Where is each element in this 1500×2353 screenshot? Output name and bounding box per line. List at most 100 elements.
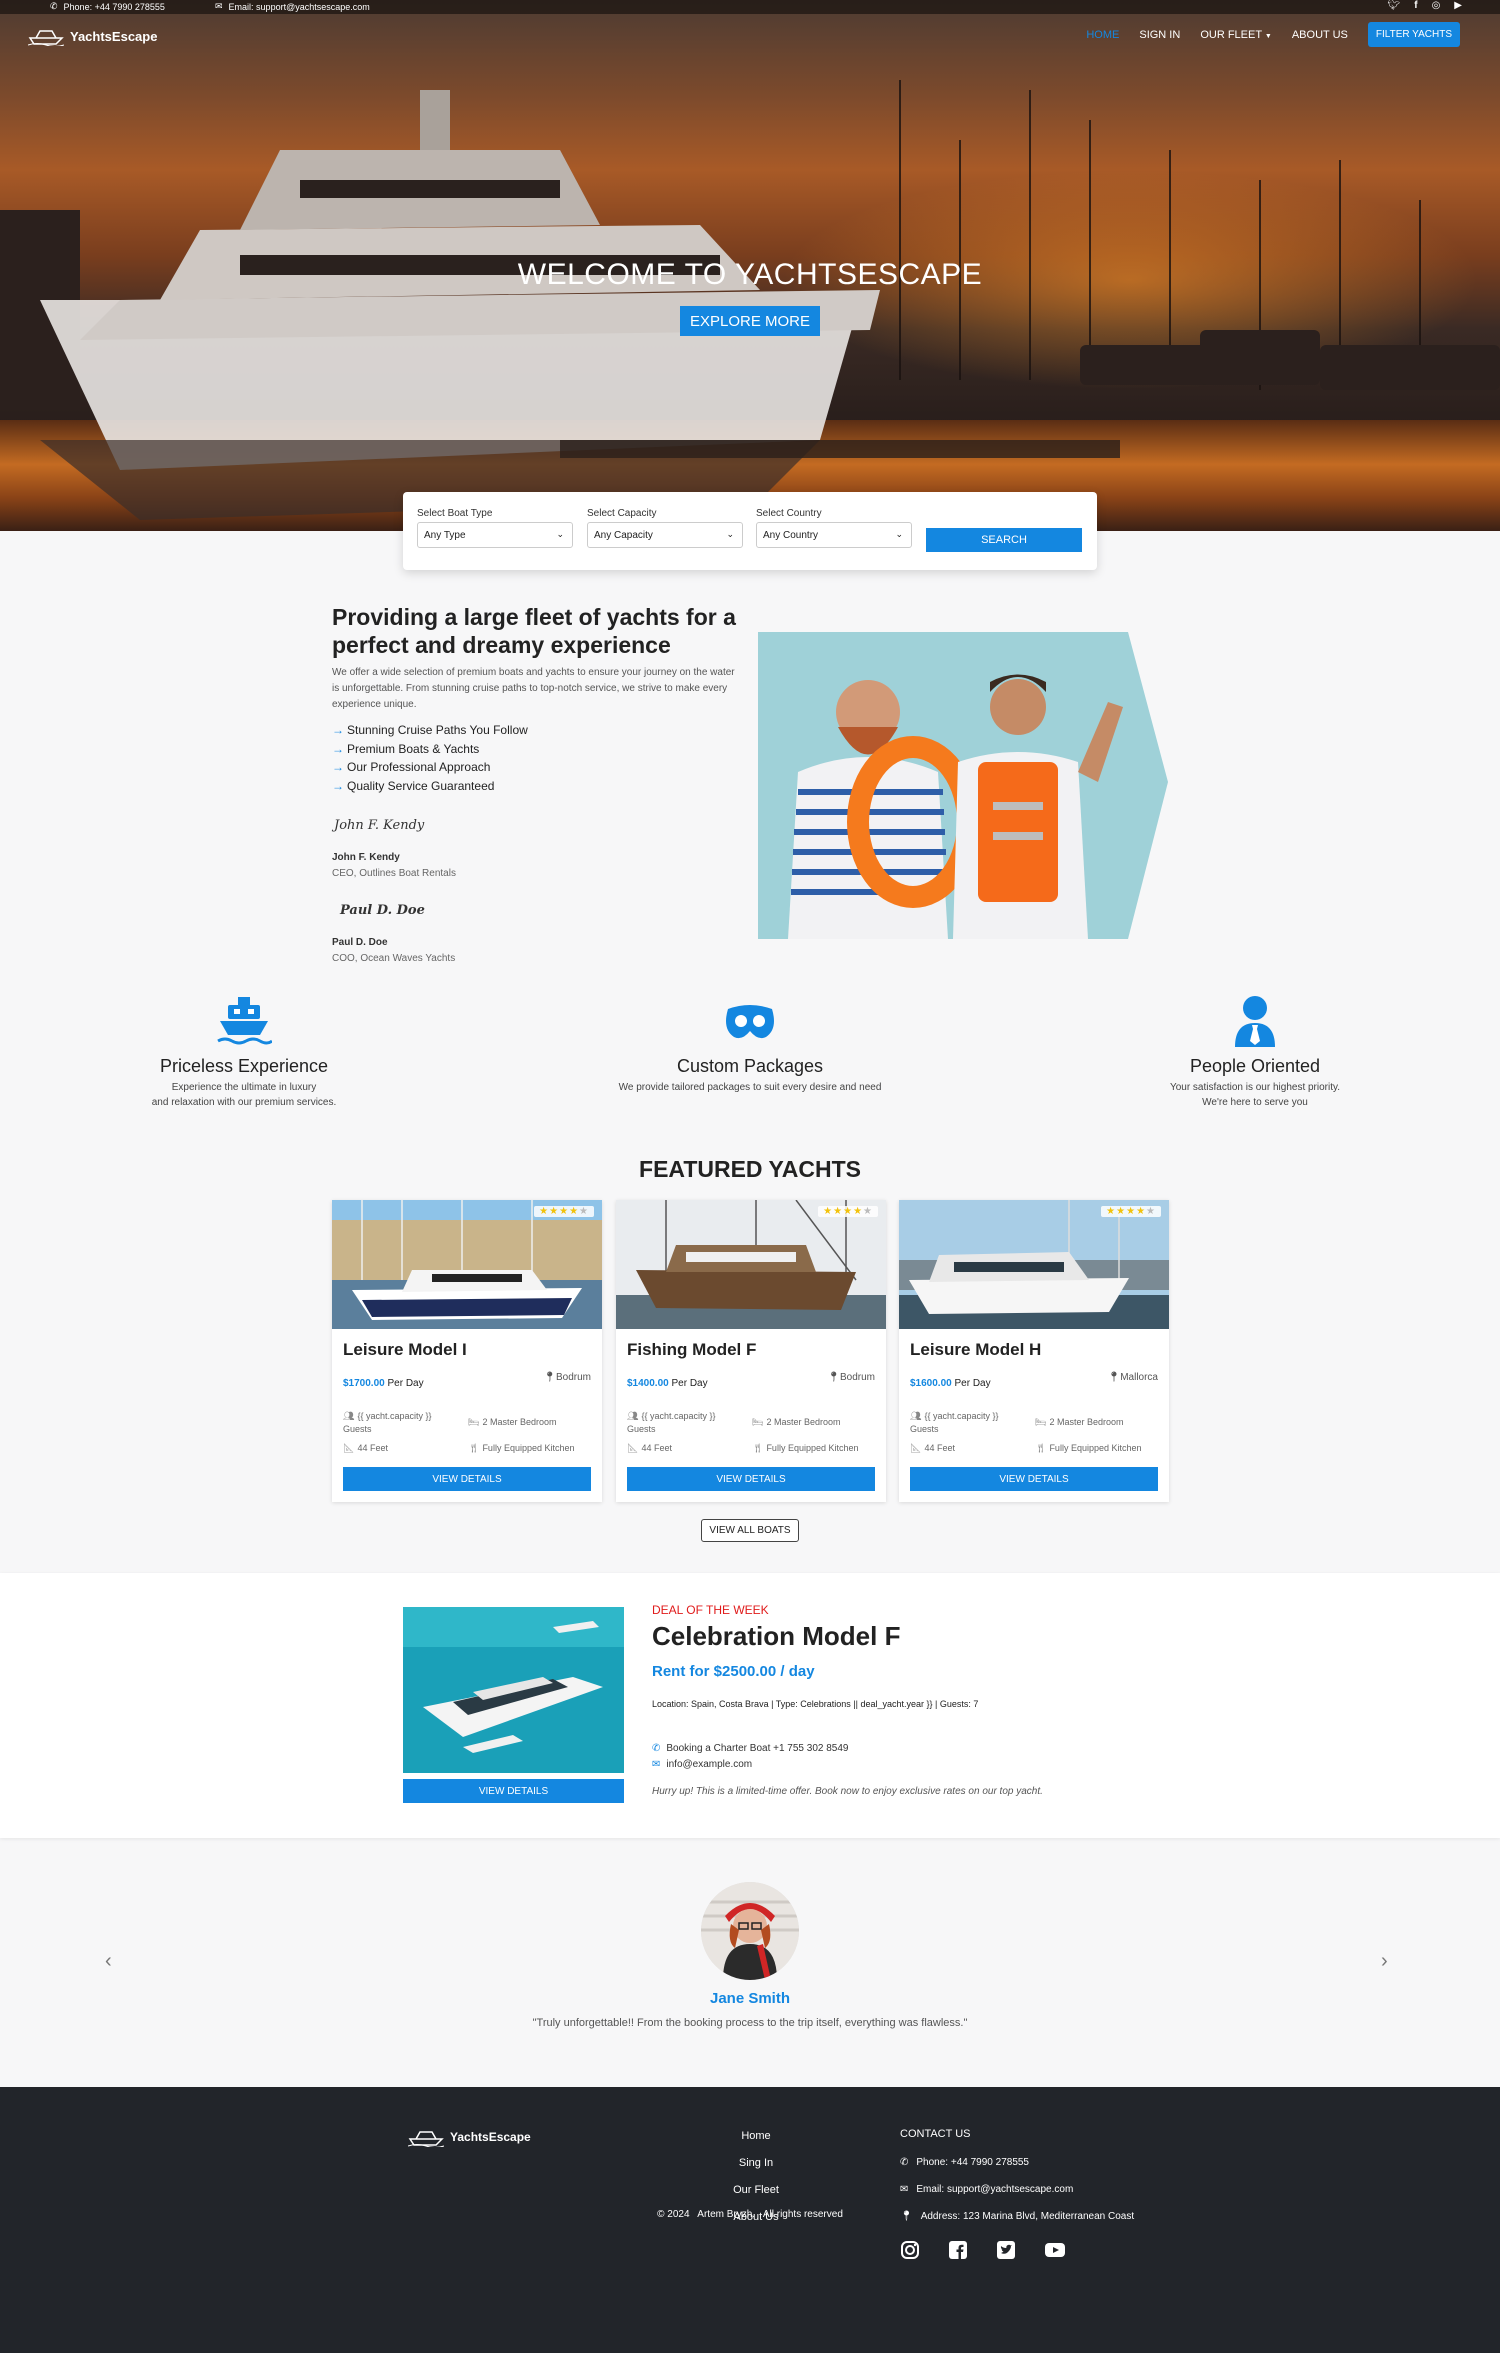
nav-signin[interactable]: SIGN IN	[1139, 29, 1180, 41]
feature-priceless: Priceless Experience Experience the ulti…	[94, 995, 394, 1110]
arrow-right-icon: →	[332, 741, 344, 756]
star-icon: ★★★★	[1106, 1206, 1147, 1217]
deal-email[interactable]: ✉ info@example.com	[652, 1759, 752, 1770]
email-icon: ✉	[215, 1, 223, 11]
facebook-icon[interactable]: f	[1414, 0, 1417, 11]
person-icon	[1235, 996, 1275, 1047]
users-icon: 👥︎	[910, 1411, 922, 1421]
carousel-next-icon[interactable]: ›	[1381, 1950, 1388, 1973]
feature-title: Priceless Experience	[159, 1056, 329, 1076]
yacht-logo-icon	[408, 2131, 444, 2147]
rating-stars: ★★★★★	[818, 1206, 878, 1217]
nav-links: HOME SIGN IN OUR FLEET ▼ ABOUT US FILTER…	[1086, 22, 1460, 47]
footer-logo[interactable]: YachtsEscape	[408, 2127, 531, 2147]
youtube-icon[interactable]	[1044, 2240, 1066, 2260]
facebook-square-icon[interactable]	[948, 2240, 968, 2260]
deal-section: VIEW DETAILS DEAL OF THE WEEK Celebratio…	[0, 1573, 1500, 1838]
youtube-icon[interactable]: ▶	[1454, 0, 1462, 11]
list-item: → Stunning Cruise Paths You Follow	[332, 723, 528, 737]
utensils-icon: 🍴︎	[468, 1443, 480, 1453]
nav-about[interactable]: ABOUT US	[1292, 29, 1348, 41]
instagram-icon[interactable]: ◎	[1432, 0, 1441, 11]
about-bullets: → Stunning Cruise Paths You Follow → Premi…	[332, 723, 528, 797]
view-details-button[interactable]: VIEW DETAILS	[343, 1467, 591, 1491]
yacht-card: ★★★★★ Leisure Model H 📍︎Mallorca $1600.0…	[899, 1200, 1169, 1502]
phone-icon: ✆	[900, 2157, 909, 2168]
deal-view-details-button[interactable]: VIEW DETAILS	[403, 1779, 624, 1803]
brand-logo[interactable]: YachtsEscape	[28, 26, 157, 46]
ruler-icon: 📐︎	[910, 1443, 922, 1453]
about-title: Providing a large fleet of yachts for a …	[332, 604, 736, 658]
spec-bedroom: 🛏︎ 2 Master Bedroom	[752, 1417, 841, 1427]
phone-icon: ✆	[50, 1, 58, 11]
spec-kitchen: 🍴︎ Fully Equipped Kitchen	[752, 1443, 859, 1453]
testimonial-quote: "Truly unforgettable!! From the booking …	[532, 2017, 968, 2029]
yacht-location: 📍︎Mallorca	[1107, 1372, 1159, 1383]
navbar: YachtsEscape HOME SIGN IN OUR FLEET ▼ AB…	[0, 22, 1500, 54]
footer-email[interactable]: ✉ Email: support@yachtsescape.com	[900, 2184, 1073, 2195]
yacht-photo[interactable]	[332, 1200, 602, 1329]
deal-label: DEAL OF THE WEEK	[652, 1603, 769, 1617]
contact-title: CONTACT US	[900, 2128, 971, 2140]
filter-yachts-button[interactable]: FILTER YACHTS	[1367, 22, 1460, 47]
star-empty-icon: ★	[579, 1206, 589, 1217]
feature-people: People Oriented Your satisfaction is our…	[1105, 995, 1405, 1110]
country-field: Select Country Any Country ⌄	[756, 508, 912, 548]
sailors-photo	[758, 632, 1168, 939]
map-marker-icon: 📍︎	[1107, 1372, 1121, 1383]
capacity-label: Select Capacity	[587, 508, 657, 519]
search-button[interactable]: SEARCH	[926, 528, 1082, 552]
footer-link-signin[interactable]: Sing In	[706, 2157, 806, 2184]
deal-phone[interactable]: ✆ Booking a Charter Boat +1 755 302 8549	[652, 1743, 848, 1754]
chevron-down-icon: ⌄	[895, 529, 903, 539]
country-select[interactable]: Any Country ⌄	[756, 522, 912, 548]
spec-bedroom: 🛏︎ 2 Master Bedroom	[1035, 1417, 1124, 1427]
avatar	[701, 1882, 799, 1980]
copyright: © 2024 Artem Bryzh. All rights reserved	[657, 2209, 843, 2220]
yacht-photo[interactable]	[899, 1200, 1169, 1329]
ruler-icon: 📐︎	[627, 1443, 639, 1453]
footer-link-fleet[interactable]: Our Fleet	[706, 2184, 806, 2211]
footer-phone[interactable]: ✆ Phone: +44 7990 278555	[900, 2157, 1029, 2168]
capacity-select[interactable]: Any Capacity ⌄	[587, 522, 743, 548]
footer-link-home[interactable]: Home	[706, 2130, 806, 2157]
yacht-price: $1700.00 Per Day	[343, 1378, 424, 1389]
chevron-down-icon: ⌄	[556, 529, 564, 539]
feature-title: People Oriented	[1189, 1056, 1321, 1076]
view-all-boats-button[interactable]: VIEW ALL BOATS	[701, 1519, 799, 1542]
email-icon: ✉	[900, 2184, 909, 2195]
instagram-icon[interactable]	[900, 2240, 920, 2260]
yacht-photo[interactable]	[616, 1200, 886, 1329]
feature-text: Your satisfaction is our highest priorit…	[1169, 1082, 1341, 1108]
carousel-prev-icon[interactable]: ‹	[105, 1950, 112, 1973]
boat-type-select[interactable]: Any Type ⌄	[417, 522, 573, 548]
bed-icon: 🛏︎	[468, 1417, 480, 1427]
users-icon: 👥︎	[343, 1411, 355, 1421]
list-item: → Quality Service Guaranteed	[332, 778, 495, 793]
phone-icon: ✆	[652, 1743, 661, 1754]
nav-home[interactable]: HOME	[1086, 29, 1119, 41]
explore-more-button[interactable]: EXPLORE MORE	[680, 306, 820, 336]
featured-title: FEATURED YACHTS	[639, 1156, 861, 1182]
view-details-button[interactable]: VIEW DETAILS	[627, 1467, 875, 1491]
footer: YachtsEscape Home Sing In Our Fleet Abou…	[0, 2087, 1500, 2353]
nav-fleet[interactable]: OUR FLEET ▼	[1200, 29, 1272, 41]
signature-paul: Paul D. Doe	[340, 903, 425, 918]
country-label: Select Country	[756, 508, 822, 519]
rating-stars: ★★★★★	[1101, 1206, 1161, 1217]
deal-note: Hurry up! This is a limited-time offer. …	[652, 1786, 1043, 1797]
twitter-icon[interactable]: 🐦︎	[1388, 0, 1401, 11]
caret-down-icon: ▼	[1264, 32, 1272, 40]
topbar-email[interactable]: ✉ Email: support@yachtsescape.com	[215, 1, 370, 12]
topbar-phone[interactable]: ✆ Phone: +44 7990 278555	[50, 1, 165, 12]
list-item: → Premium Boats & Yachts	[332, 741, 480, 756]
map-marker-icon: 📍︎	[543, 1372, 556, 1383]
hero-title: WELCOME TO YACHTSESCAPE	[517, 258, 983, 291]
view-details-button[interactable]: VIEW DETAILS	[910, 1467, 1158, 1491]
deal-rent: Rent for $2500.00 / day	[652, 1663, 815, 1680]
yacht-logo-icon	[28, 30, 64, 46]
twitter-square-icon[interactable]	[996, 2240, 1016, 2260]
feature-text: We provide tailored packages to suit eve…	[618, 1082, 882, 1093]
person-role: CEO, Outlines Boat Rentals	[332, 868, 456, 879]
arrow-right-icon: →	[332, 760, 344, 774]
